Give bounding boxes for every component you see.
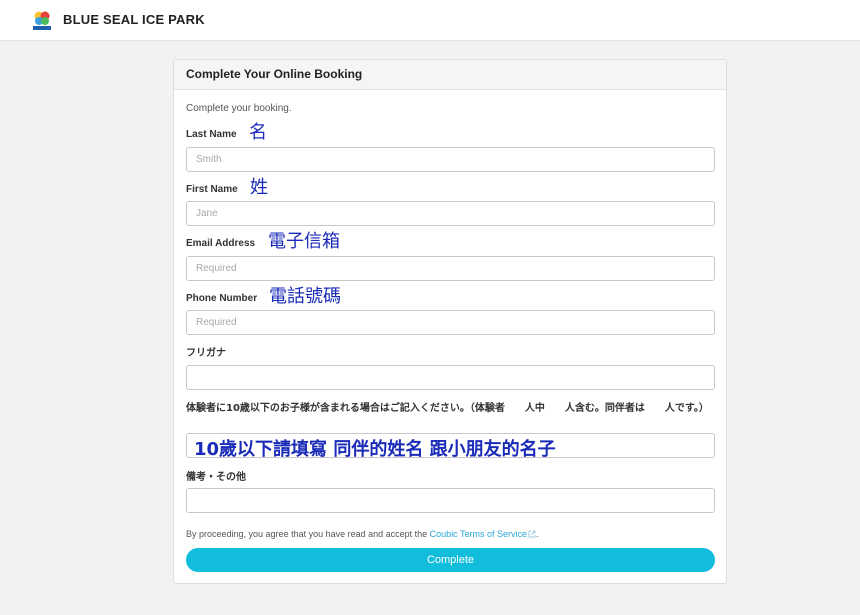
last-name-label: Last Name	[186, 129, 237, 140]
phone-input[interactable]	[186, 310, 715, 335]
first-name-input[interactable]	[186, 201, 715, 226]
first-name-label: First Name	[186, 184, 238, 195]
booking-card: Complete Your Online Booking Complete yo…	[173, 59, 727, 584]
first-name-annotation: 姓	[250, 177, 268, 198]
card-title: Complete Your Online Booking	[174, 60, 726, 90]
remarks-input[interactable]	[186, 488, 715, 513]
terms-text: By proceeding, you agree that you have r…	[186, 529, 539, 539]
intro-text: Complete your booking.	[186, 103, 292, 114]
top-bar: BLUE SEAL ICE PARK	[0, 0, 860, 41]
last-name-annotation: 名	[249, 122, 267, 143]
last-name-input[interactable]	[186, 147, 715, 172]
email-input[interactable]	[186, 256, 715, 281]
phone-label: Phone Number	[186, 293, 258, 304]
children-label: 体験者に10歳以下のお子様が含まれる場合はご記入ください。（体験者 人中 人含む…	[186, 403, 709, 414]
children-annotation: 10歲以下請填寫 同伴的姓名 跟小朋友的名子	[194, 439, 556, 460]
terms-prefix: By proceeding, you agree that you have r…	[186, 529, 430, 539]
children-input[interactable]: 10歲以下請填寫 同伴的姓名 跟小朋友的名子	[186, 433, 715, 460]
email-label: Email Address	[186, 238, 256, 249]
terms-link[interactable]: Coubic Terms of Service	[430, 529, 527, 539]
phone-annotation: 電話號碼	[269, 286, 341, 307]
terms-suffix: .	[536, 529, 539, 539]
email-annotation: 電子信箱	[268, 231, 340, 252]
furigana-input[interactable]	[186, 365, 715, 390]
blue-seal-logo-icon[interactable]	[32, 10, 52, 32]
complete-button[interactable]: Complete	[186, 548, 715, 572]
furigana-label: フリガナ	[186, 348, 226, 359]
external-link-icon[interactable]	[528, 530, 536, 538]
brand-name[interactable]: BLUE SEAL ICE PARK	[63, 12, 205, 27]
remarks-label: 備考・その他	[186, 472, 246, 483]
